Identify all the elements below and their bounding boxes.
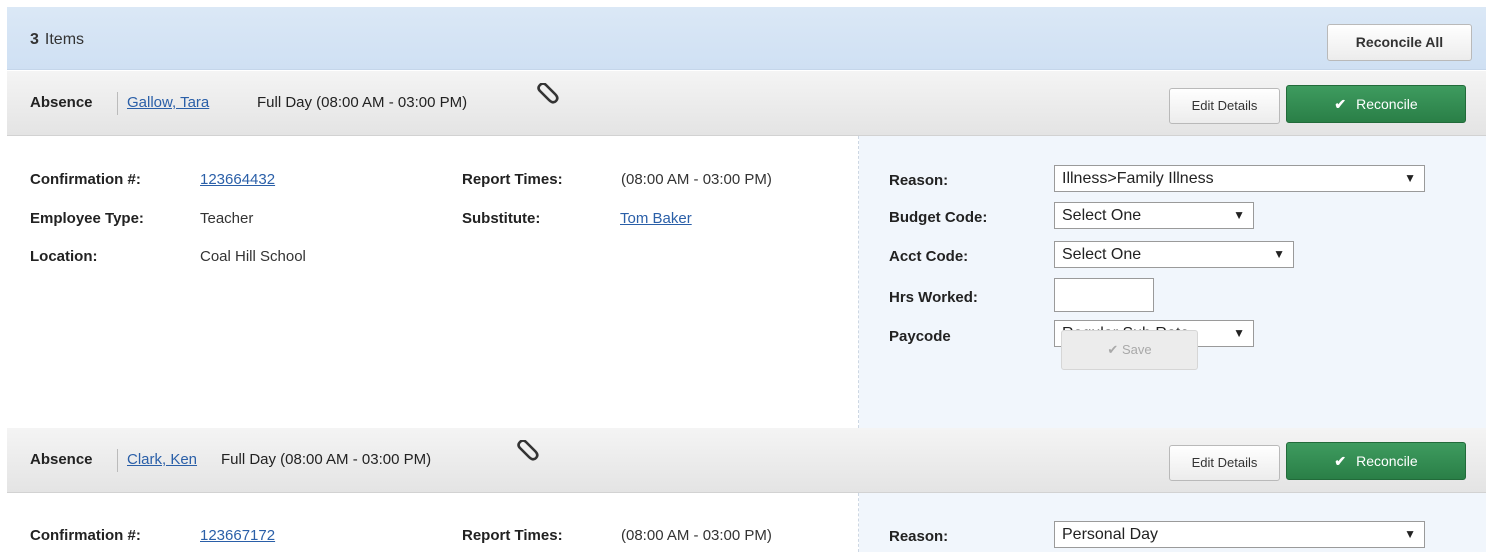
record-header: Absence Gallow, Tara Full Day (08:00 AM … — [7, 71, 1486, 136]
attachment-icon[interactable] — [514, 440, 540, 466]
reason-label: Reason: — [889, 528, 949, 545]
checkmark-icon: ✔ — [1107, 342, 1122, 357]
location-label: Location: — [30, 248, 98, 265]
reason-label: Reason: — [889, 172, 949, 189]
reconcile-label: Reconcile — [1356, 96, 1418, 112]
save-label: Save — [1121, 342, 1152, 357]
hrs-worked-label: Hrs Worked: — [889, 289, 978, 306]
record-type: Absence — [30, 451, 93, 468]
employee-name-link[interactable]: Gallow, Tara — [127, 94, 209, 111]
items-count: 3 Items — [30, 31, 85, 48]
report-times-label: Report Times: — [462, 527, 563, 544]
acct-code-select[interactable]: Select One ▼ — [1054, 241, 1294, 268]
record-info: Confirmation #: 123664432 Report Times: … — [7, 136, 859, 428]
budget-code-label: Budget Code: — [889, 209, 988, 226]
items-toolbar: 3 Items Reconcile All — [7, 7, 1486, 70]
employee-name-link[interactable]: Clark, Ken — [127, 451, 197, 468]
report-times-value: (08:00 AM - 03:00 PM) — [621, 171, 772, 188]
reconcile-button[interactable]: ✔ Reconcile — [1286, 442, 1466, 480]
save-button[interactable]: ✔ Save — [1061, 330, 1198, 370]
checkmark-icon: ✔ — [1334, 453, 1347, 469]
confirmation-label: Confirmation #: — [30, 527, 141, 544]
budget-code-value: Select One — [1062, 207, 1142, 224]
employee-type-label: Employee Type: — [30, 210, 144, 227]
reason-value: Illness>Family Illness — [1062, 170, 1214, 187]
reason-select[interactable]: Illness>Family Illness ▼ — [1054, 165, 1425, 192]
record-details: Confirmation #: 123664432 Report Times: … — [7, 136, 1486, 428]
paycode-label: Paycode — [889, 328, 951, 345]
record-details: Confirmation #: 123667172 Report Times: … — [7, 493, 1486, 552]
reconcile-form: Reason: Illness>Family Illness ▼ Budget C… — [859, 136, 1486, 428]
record-info: Confirmation #: 123667172 Report Times: … — [7, 493, 859, 552]
confirmation-label: Confirmation #: — [30, 171, 141, 188]
divider — [117, 92, 118, 115]
dropdown-arrow-icon: ▼ — [1404, 527, 1416, 541]
acct-code-label: Acct Code: — [889, 248, 969, 265]
dropdown-arrow-icon: ▼ — [1233, 208, 1245, 222]
report-times-label: Report Times: — [462, 171, 563, 188]
dropdown-arrow-icon: ▼ — [1273, 247, 1285, 261]
substitute-link[interactable]: Tom Baker — [620, 210, 692, 227]
substitute-label: Substitute: — [462, 210, 541, 227]
report-times-value: (08:00 AM - 03:00 PM) — [621, 527, 772, 544]
reconcile-button[interactable]: ✔ Reconcile — [1286, 85, 1466, 123]
record-header: Absence Clark, Ken Full Day (08:00 AM - … — [7, 428, 1486, 493]
record-time: Full Day (08:00 AM - 03:00 PM) — [257, 94, 468, 111]
edit-details-button[interactable]: Edit Details — [1169, 445, 1280, 481]
confirmation-link[interactable]: 123664432 — [200, 171, 275, 188]
record-time: Full Day (08:00 AM - 03:00 PM) — [221, 451, 432, 468]
attachment-icon[interactable] — [534, 83, 560, 109]
acct-code-value: Select One — [1062, 246, 1142, 263]
hrs-worked-input[interactable] — [1054, 278, 1154, 312]
budget-code-select[interactable]: Select One ▼ — [1054, 202, 1254, 229]
dropdown-arrow-icon: ▼ — [1233, 326, 1245, 340]
reason-value: Personal Day — [1062, 526, 1159, 543]
employee-type-value: Teacher — [200, 210, 254, 227]
confirmation-link[interactable]: 123667172 — [200, 527, 275, 544]
checkmark-icon: ✔ — [1334, 96, 1347, 112]
reconcile-all-button[interactable]: Reconcile All — [1327, 24, 1472, 61]
location-value: Coal Hill School — [200, 248, 306, 265]
edit-details-button[interactable]: Edit Details — [1169, 88, 1280, 124]
reason-select[interactable]: Personal Day ▼ — [1054, 521, 1425, 548]
divider — [117, 449, 118, 472]
reconcile-form: Reason: Personal Day ▼ — [859, 493, 1486, 552]
reconcile-label: Reconcile — [1356, 453, 1418, 469]
record-type: Absence — [30, 94, 93, 111]
dropdown-arrow-icon: ▼ — [1404, 171, 1416, 185]
